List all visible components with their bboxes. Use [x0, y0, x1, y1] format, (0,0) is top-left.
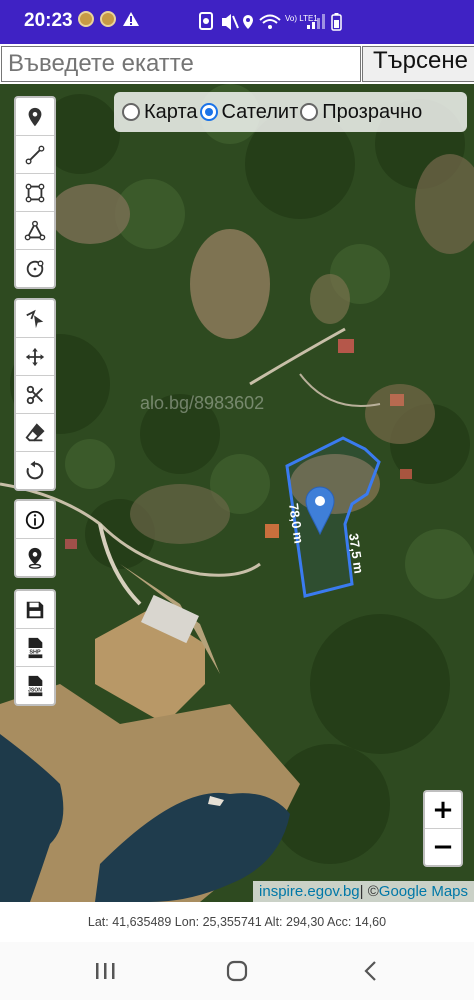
json-label: JSON — [28, 687, 42, 693]
save-icon — [26, 601, 44, 618]
search-button[interactable]: Търсене — [362, 46, 474, 82]
radio-icon — [300, 103, 319, 121]
rectangle-icon — [25, 183, 45, 202]
shp-file-icon: SHP — [26, 637, 44, 658]
info-icon — [25, 510, 45, 529]
layer-option-map[interactable]: Карта — [122, 101, 198, 124]
layer-option-transparent[interactable]: Прозрачно — [300, 101, 422, 124]
move-button[interactable] — [16, 338, 54, 376]
draw-polyline-button[interactable] — [16, 136, 54, 174]
network-label: Vo) LTE1 — [285, 14, 318, 23]
info-button[interactable] — [16, 501, 54, 539]
rotate-button[interactable] — [16, 452, 54, 489]
draw-toolbar — [14, 96, 56, 289]
warning-icon — [123, 12, 139, 26]
home-icon — [226, 960, 248, 982]
recents-icon — [96, 963, 115, 979]
edit-vertices-button[interactable] — [16, 300, 54, 338]
back-icon — [364, 961, 376, 981]
map-attribution: inspire.egov.bg | © Google Maps — [253, 881, 474, 902]
move-icon — [25, 347, 45, 366]
eraser-icon — [25, 422, 45, 441]
marker-icon — [28, 107, 42, 126]
erase-button[interactable] — [16, 414, 54, 452]
ekatte-search-input[interactable] — [1, 46, 361, 82]
home-button[interactable] — [222, 956, 252, 986]
zoom-control: + − — [423, 790, 463, 867]
rotate-icon — [26, 460, 44, 479]
inspire-link[interactable]: inspire.egov.bg — [259, 883, 360, 900]
back-button[interactable] — [356, 956, 386, 986]
search-bar: Търсене — [0, 44, 474, 84]
info-toolbar — [14, 499, 56, 578]
app-notification-icon — [100, 11, 116, 27]
draw-rectangle-button[interactable] — [16, 174, 54, 212]
google-maps-link[interactable]: Google Maps — [379, 883, 468, 900]
circle-icon — [26, 260, 44, 277]
gps-readout: Lat: 41,635489 Lon: 25,355741 Alt: 294,3… — [0, 902, 474, 942]
system-navigation-bar — [0, 942, 474, 1000]
polygon-icon — [24, 220, 46, 240]
layer-switcher: Карта Сателит Прозрачно — [114, 92, 467, 132]
app-notification-icon — [78, 11, 94, 27]
draw-polygon-button[interactable] — [16, 212, 54, 250]
parcel-polygon-layer: 78,0 m 37,5 m — [285, 436, 381, 598]
cut-icon — [26, 385, 43, 404]
export-shp-button[interactable]: SHP — [16, 629, 54, 667]
save-button[interactable] — [16, 591, 54, 629]
draw-circle-button[interactable] — [16, 250, 54, 287]
edit-vertices-icon — [26, 309, 44, 328]
attribution-separator: | © — [359, 883, 379, 900]
system-status-icons: Vo) LTE1 — [199, 12, 342, 31]
shp-label: SHP — [29, 649, 41, 655]
polyline-icon — [25, 145, 45, 164]
export-json-button[interactable]: JSON — [16, 667, 54, 704]
radio-icon — [122, 103, 140, 121]
map-view[interactable]: alo.bg/8983602 78,0 m 37,5 m Карта Сател… — [0, 84, 474, 902]
export-toolbar: SHP JSON — [14, 589, 56, 706]
json-file-icon: JSON — [25, 675, 45, 696]
zoom-out-button[interactable]: − — [425, 829, 461, 865]
notification-icons — [78, 11, 140, 27]
status-bar: 20:23 Vo) LTE1 — [0, 0, 474, 44]
draw-marker-button[interactable] — [16, 98, 54, 136]
radio-selected-icon — [199, 103, 218, 121]
layer-option-satellite[interactable]: Сателит — [199, 101, 298, 124]
cut-button[interactable] — [16, 376, 54, 414]
edit-toolbar — [14, 298, 56, 491]
zoom-in-button[interactable]: + — [425, 792, 461, 829]
locate-icon — [28, 547, 42, 569]
recents-button[interactable] — [90, 956, 120, 986]
clock: 20:23 — [24, 10, 73, 31]
locate-button[interactable] — [16, 539, 54, 576]
